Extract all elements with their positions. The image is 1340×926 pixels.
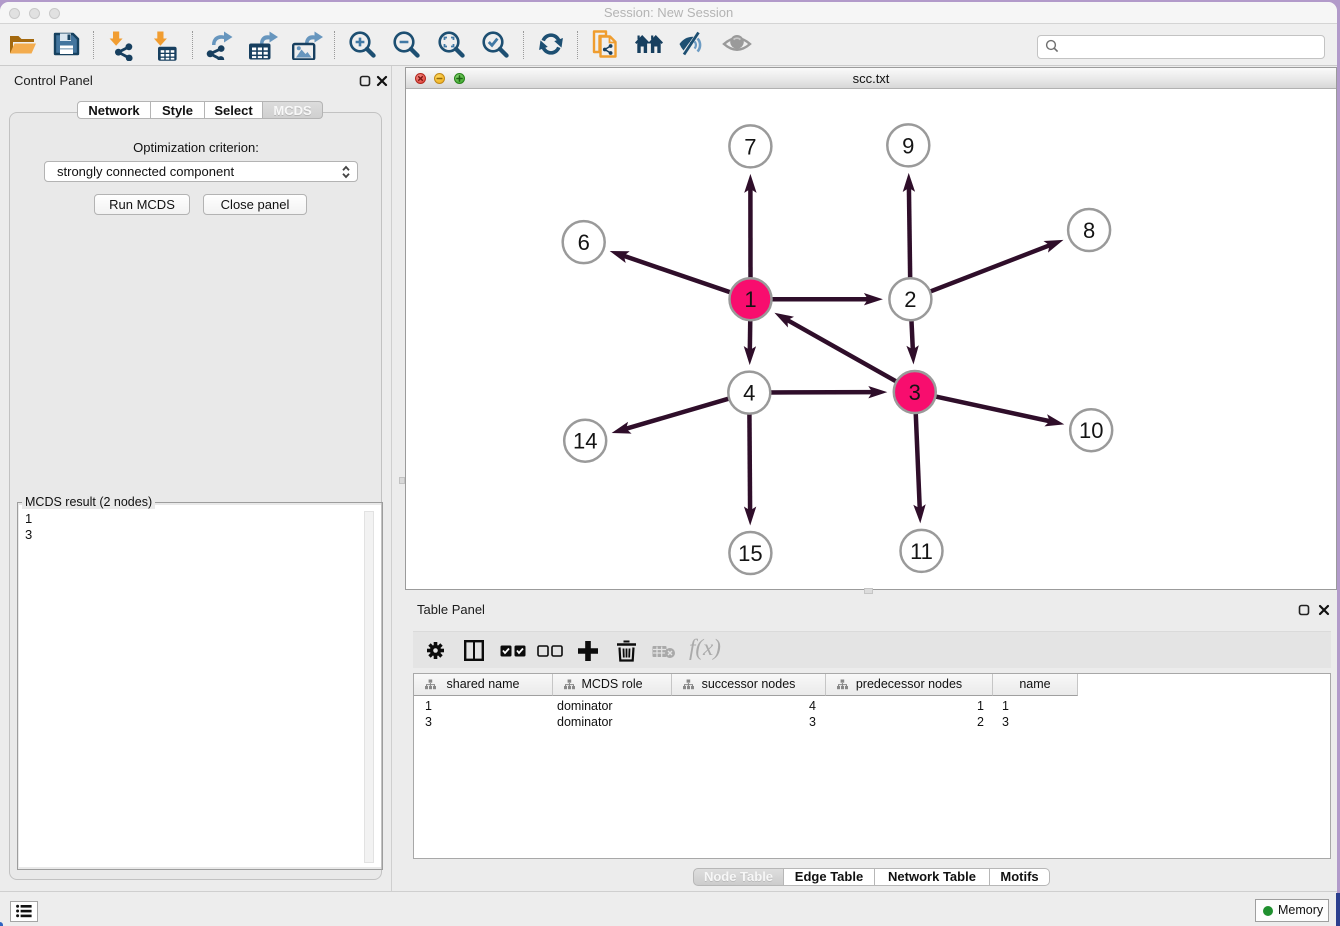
svg-text:4: 4 (743, 381, 755, 406)
svg-text:15: 15 (738, 541, 762, 566)
svg-text:2: 2 (904, 287, 916, 312)
svg-text:10: 10 (1079, 418, 1103, 443)
svg-text:11: 11 (910, 539, 933, 564)
svg-text:8: 8 (1083, 218, 1095, 243)
svg-text:3: 3 (909, 380, 921, 405)
svg-text:9: 9 (902, 133, 914, 158)
svg-text:7: 7 (744, 134, 756, 159)
svg-text:14: 14 (573, 429, 597, 454)
svg-text:6: 6 (578, 230, 590, 255)
svg-text:1: 1 (744, 287, 756, 312)
